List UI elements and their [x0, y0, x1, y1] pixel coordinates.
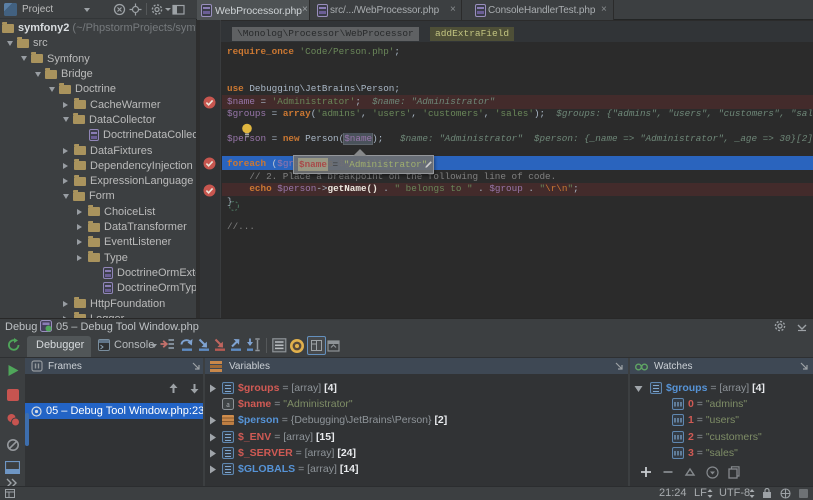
svg-text:a: a — [226, 400, 230, 409]
